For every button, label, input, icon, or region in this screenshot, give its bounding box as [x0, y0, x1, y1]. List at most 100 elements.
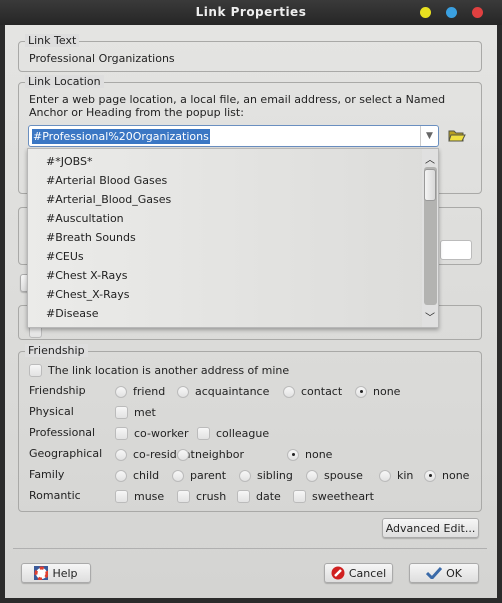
checkbox-date[interactable]: date [237, 490, 281, 503]
link-text-value: Professional Organizations [29, 52, 175, 65]
option-label: acquaintance [195, 385, 270, 398]
popup-item[interactable]: #*JOBS* [46, 152, 92, 171]
button-label: Cancel [348, 566, 387, 580]
option-label: kin [397, 469, 414, 482]
another-address-checkbox[interactable]: The link location is another address of … [29, 364, 289, 377]
checkbox[interactable] [115, 427, 128, 440]
radio-button[interactable] [177, 385, 189, 398]
help-button[interactable]: Help [21, 563, 91, 583]
radio-spouse[interactable]: spouse [306, 469, 363, 482]
cancel-button[interactable]: Cancel [324, 563, 393, 583]
radio-button[interactable] [177, 448, 189, 461]
button-label: OK [446, 566, 462, 580]
option-label: met [134, 406, 156, 419]
checkbox[interactable] [29, 364, 42, 377]
checkmark-icon [426, 567, 443, 579]
checkbox-crush[interactable]: crush [177, 490, 226, 503]
option-label: co-worker [134, 427, 189, 440]
option-label: none [373, 385, 401, 398]
cancel-icon [331, 566, 345, 580]
radio-child[interactable]: child [115, 469, 159, 482]
option-label: sibling [257, 469, 293, 482]
checkbox-muse[interactable]: muse [115, 490, 164, 503]
radio-kin[interactable]: kin [379, 469, 413, 482]
option-label: none [305, 448, 333, 461]
link-location-combobox[interactable]: #Professional%20Organizations ▼ [28, 125, 439, 147]
dropdown-arrow-icon[interactable]: ▼ [420, 126, 438, 146]
ok-button[interactable]: OK [409, 563, 479, 583]
obscured-input[interactable] [440, 240, 472, 260]
radio-button[interactable] [283, 385, 295, 398]
popup-item[interactable]: #Chest_X-Rays [46, 285, 130, 304]
option-label: child [133, 469, 160, 482]
button-label: Help [52, 566, 78, 580]
popup-scrollbar[interactable]: ︿ ﹀ [422, 149, 438, 327]
open-folder-icon[interactable] [448, 127, 466, 143]
radio-neighbor[interactable]: neighbor [177, 448, 244, 461]
popup-item[interactable]: #Disease [46, 304, 98, 323]
checkbox-sweetheart[interactable]: sweetheart [293, 490, 374, 503]
link-location-input[interactable]: #Professional%20Organizations [32, 129, 210, 144]
checkbox[interactable] [115, 490, 128, 503]
popup-item[interactable]: #Breath Sounds [46, 228, 136, 247]
checkbox[interactable] [197, 427, 210, 440]
maximize-button[interactable] [446, 7, 457, 18]
link-location-legend: Link Location [25, 75, 104, 88]
radio-button[interactable] [115, 469, 127, 482]
checkbox-co-worker[interactable]: co-worker [115, 427, 188, 440]
radio-button[interactable] [115, 448, 127, 461]
radio-button[interactable] [115, 385, 127, 398]
radio-contact[interactable]: contact [283, 385, 342, 398]
link-text-legend: Link Text [25, 34, 80, 47]
radio-button[interactable] [306, 469, 318, 482]
radio-acquaintance[interactable]: acquaintance [177, 385, 269, 398]
radio-button[interactable] [355, 385, 367, 398]
checkbox-label: The link location is another address of … [48, 364, 290, 377]
button-label: Advanced Edit... [385, 521, 476, 535]
option-label: parent [190, 469, 227, 482]
instructions-text: Enter a web page location, a local file,… [29, 93, 446, 106]
radio-button[interactable] [287, 448, 299, 461]
option-label: contact [301, 385, 343, 398]
option-label: sweetheart [312, 490, 374, 503]
popup-item[interactable]: #Arterial Blood Gases [46, 171, 167, 190]
checkbox[interactable] [237, 490, 250, 503]
radio-button[interactable] [379, 469, 391, 482]
radio-sibling[interactable]: sibling [239, 469, 293, 482]
minimize-button[interactable] [420, 7, 431, 18]
separator [13, 548, 487, 549]
checkbox[interactable] [293, 490, 306, 503]
radio-parent[interactable]: parent [172, 469, 226, 482]
radio-none[interactable]: none [424, 469, 469, 482]
option-label: none [442, 469, 470, 482]
window-title: Link Properties [195, 5, 307, 19]
popup-item[interactable]: #Auscultation [46, 209, 124, 228]
popup-item[interactable]: #CEUs [46, 247, 84, 266]
option-label: friend [133, 385, 166, 398]
radio-button[interactable] [424, 469, 436, 482]
popup-item[interactable]: #Chest X-Rays [46, 266, 128, 285]
row-label: Geographical [29, 447, 103, 460]
radio-none[interactable]: none [287, 448, 332, 461]
checkbox[interactable] [177, 490, 190, 503]
checkbox-met[interactable]: met [115, 406, 156, 419]
instructions-text-2: Anchor or Heading from the popup list: [29, 106, 244, 119]
popup-item[interactable]: #Arterial_Blood_Gases [46, 190, 171, 209]
scroll-thumb[interactable] [424, 169, 436, 201]
anchor-popup-list[interactable]: #*JOBS* #Arterial Blood Gases #Arterial_Bl… [27, 148, 439, 328]
scroll-down-icon[interactable]: ﹀ [425, 309, 435, 324]
checkbox-colleague[interactable]: colleague [197, 427, 269, 440]
checkbox[interactable] [115, 406, 128, 419]
radio-friend[interactable]: friend [115, 385, 165, 398]
radio-button[interactable] [172, 469, 184, 482]
row-label: Family [29, 468, 65, 481]
radio-none[interactable]: none [355, 385, 400, 398]
option-label: colleague [216, 427, 270, 440]
row-label: Romantic [29, 489, 81, 502]
row-label: Professional [29, 426, 96, 439]
advanced-edit-button[interactable]: Advanced Edit... [382, 518, 479, 538]
scroll-up-icon[interactable]: ︿ [425, 151, 435, 166]
close-button[interactable] [472, 7, 483, 18]
option-label: date [256, 490, 281, 503]
radio-button[interactable] [239, 469, 251, 482]
